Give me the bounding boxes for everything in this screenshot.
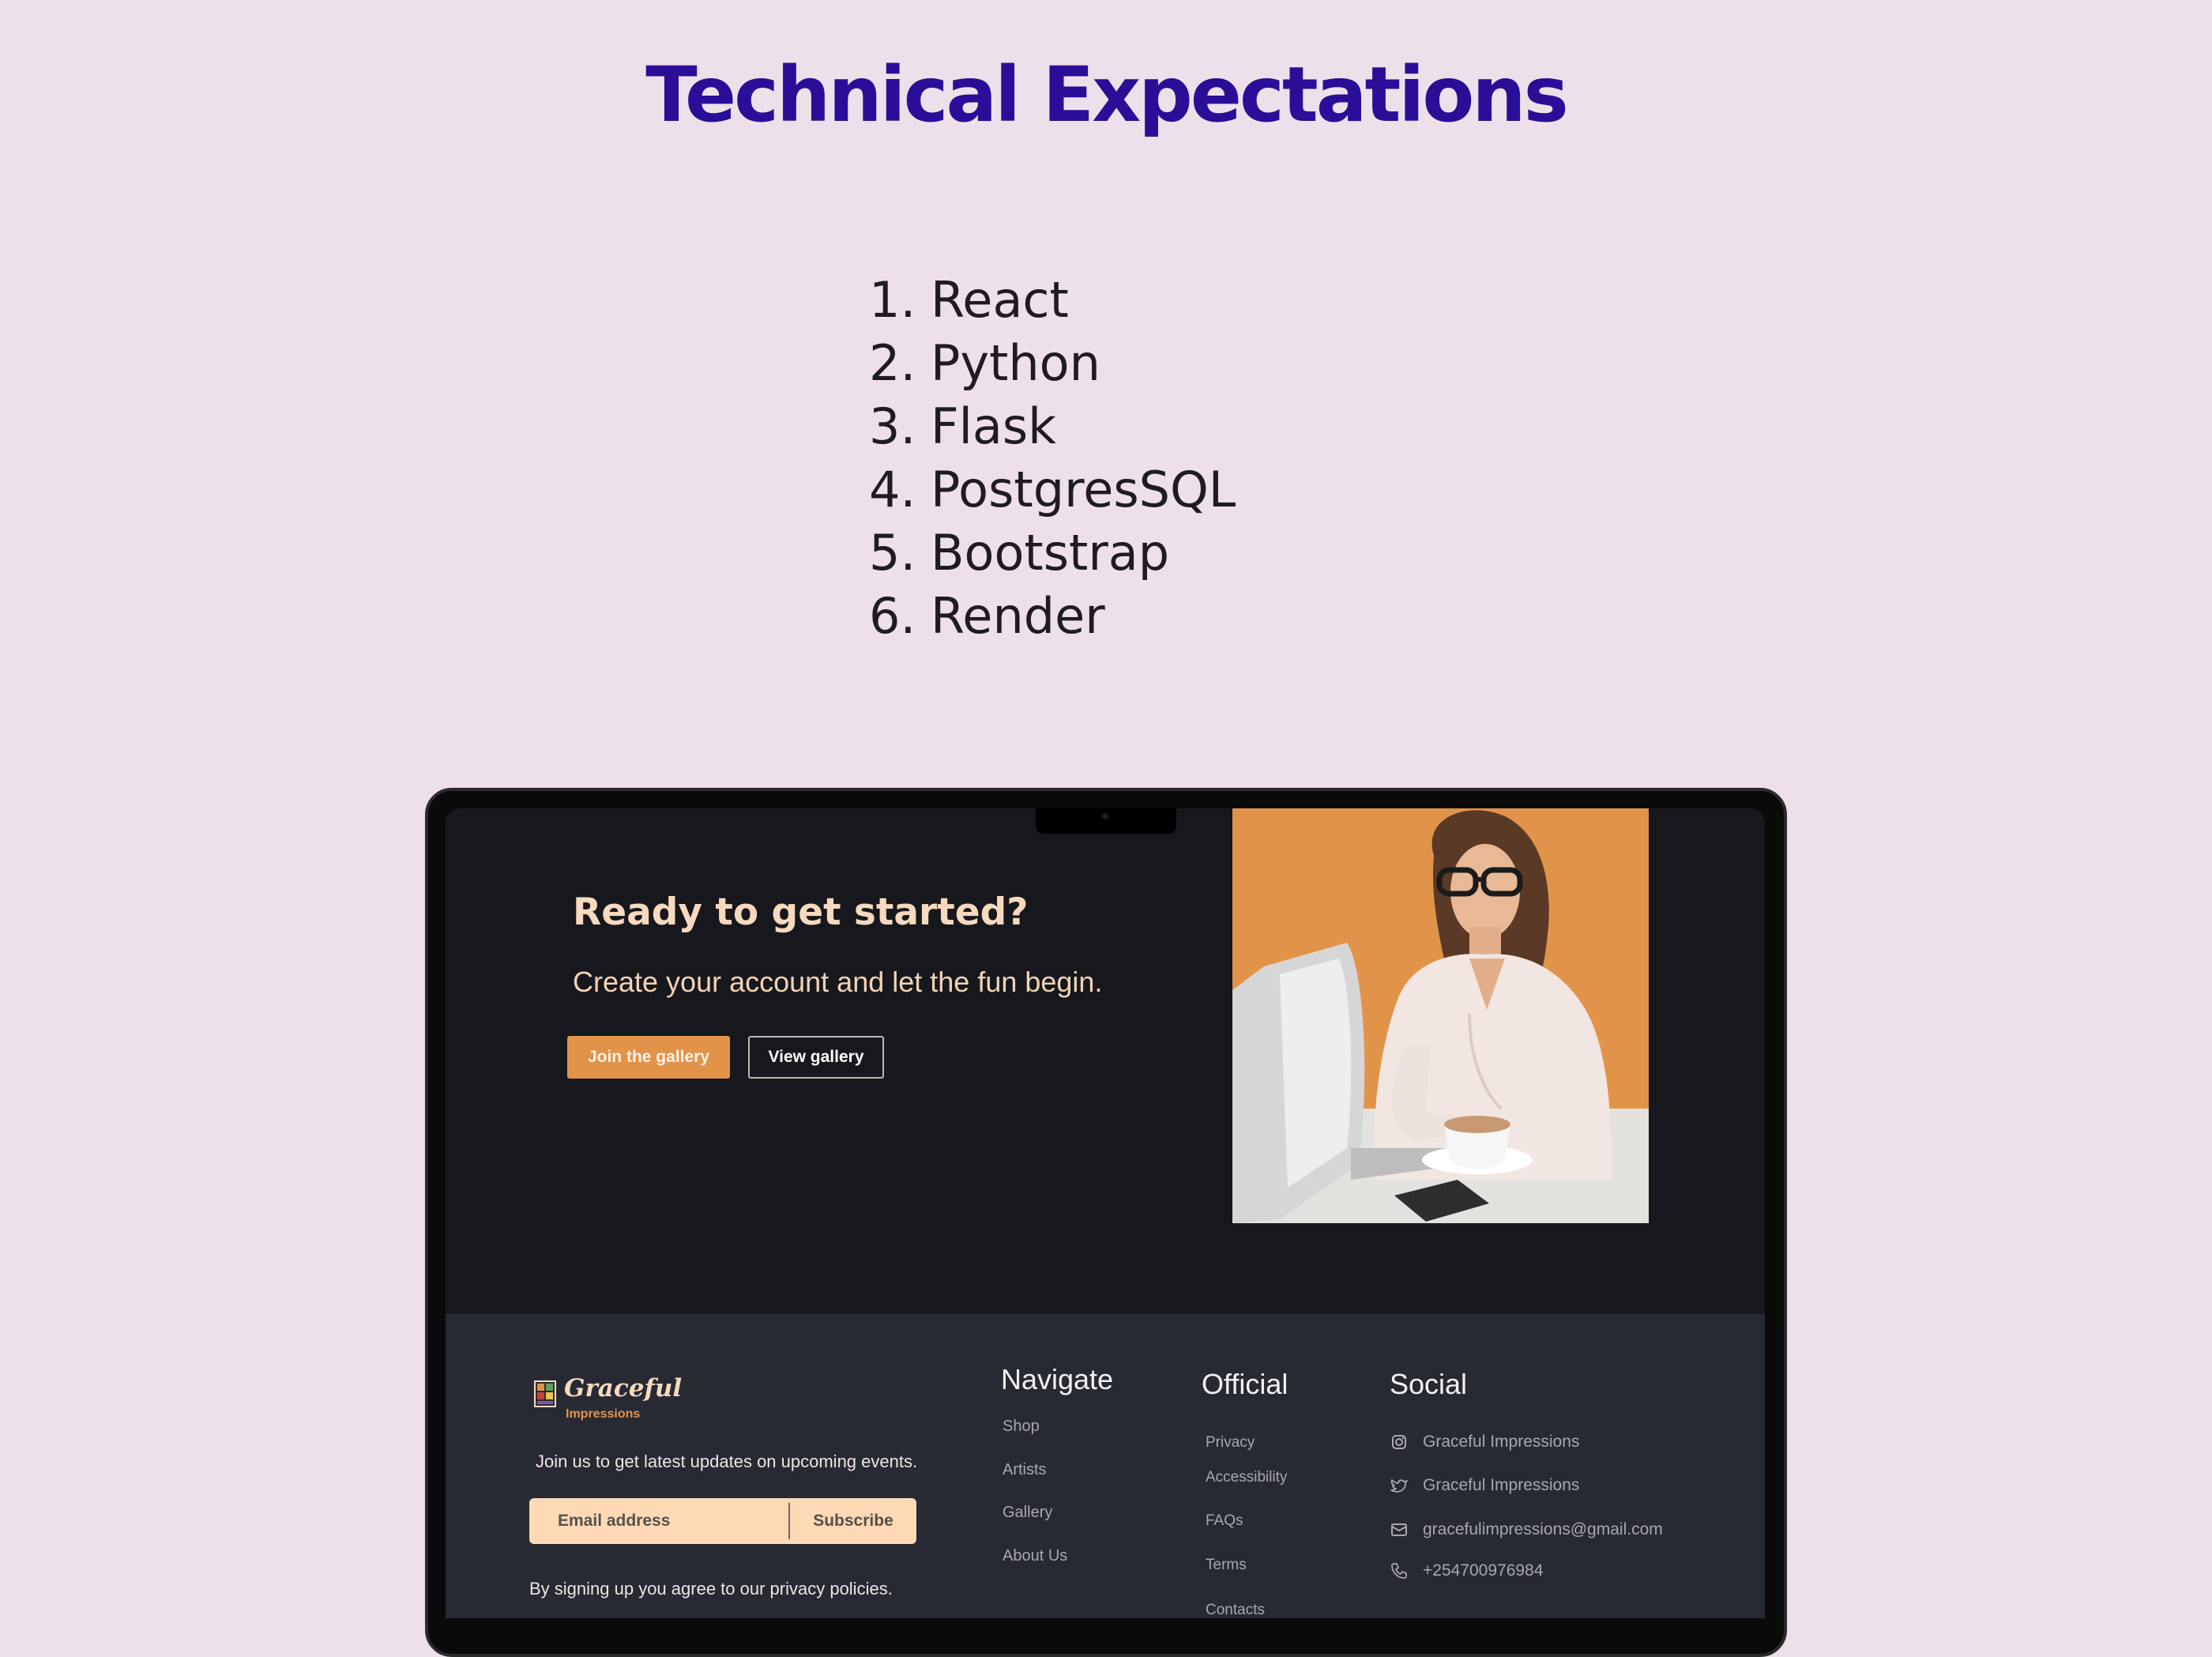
privacy-note: By signing up you agree to our privacy p… xyxy=(529,1579,893,1599)
tech-item: 1. React xyxy=(869,269,1236,332)
official-heading: Official xyxy=(1202,1368,1288,1400)
footer-link-privacy[interactable]: Privacy xyxy=(1206,1434,1255,1452)
email-input[interactable] xyxy=(529,1498,788,1544)
tech-item-number: 2. xyxy=(869,334,916,392)
newsletter-form: Subscribe xyxy=(529,1498,916,1544)
footer: Graceful Impressions Join us to get late… xyxy=(446,1314,1765,1618)
social-email-label: gracefulimpressions@gmail.com xyxy=(1423,1520,1663,1538)
social-phone[interactable]: +254700976984 xyxy=(1390,1559,1543,1583)
laptop-notch xyxy=(1036,808,1176,834)
join-gallery-button[interactable]: Join the gallery xyxy=(567,1036,730,1079)
footer-link-faqs[interactable]: FAQs xyxy=(1206,1512,1243,1530)
instagram-icon xyxy=(1392,1435,1406,1449)
tech-item-label: React xyxy=(931,271,1069,329)
brand-subtitle: Impressions xyxy=(566,1407,641,1421)
social-phone-label: +254700976984 xyxy=(1423,1561,1544,1580)
social-heading: Social xyxy=(1390,1368,1468,1400)
footer-link-shop[interactable]: Shop xyxy=(1003,1418,1040,1436)
footer-link-artists[interactable]: Artists xyxy=(1003,1461,1047,1479)
tech-item-number: 5. xyxy=(869,524,916,582)
footer-link-contacts[interactable]: Contacts xyxy=(1206,1602,1265,1618)
footer-link-terms[interactable]: Terms xyxy=(1206,1557,1247,1574)
tech-item-number: 6. xyxy=(869,587,916,645)
view-gallery-button[interactable]: View gallery xyxy=(748,1036,884,1079)
subscribe-button[interactable]: Subscribe xyxy=(790,1498,916,1544)
slide-title: Technical Expectations xyxy=(645,51,1569,139)
footer-tagline: Join us to get latest updates on upcomin… xyxy=(536,1452,918,1471)
tech-item: 3. Flask xyxy=(869,395,1236,458)
tech-list: 1. React 2. Python 3. Flask 4. PostgresSQL 5… xyxy=(869,269,1236,648)
tech-item-number: 3. xyxy=(869,397,916,455)
laptop-screen: Ready to get started? Create your accoun… xyxy=(446,808,1765,1618)
phone-icon xyxy=(1391,1563,1407,1579)
tech-item-number: 1. xyxy=(869,271,916,329)
tech-item-label: PostgresSQL xyxy=(931,461,1236,518)
brand-logo-icon xyxy=(534,1380,556,1407)
hero-image xyxy=(1232,808,1649,1223)
navigate-heading: Navigate xyxy=(1001,1363,1114,1395)
tech-item: 2. Python xyxy=(869,332,1236,395)
tech-item: 5. Bootstrap xyxy=(869,522,1236,585)
hero-subheading: Create your account and let the fun begi… xyxy=(573,966,1103,998)
footer-link-gallery[interactable]: Gallery xyxy=(1003,1504,1052,1522)
hero-heading: Ready to get started? xyxy=(573,891,1029,934)
woman-with-laptop-photo xyxy=(1232,808,1649,1223)
mail-icon xyxy=(1391,1523,1407,1536)
tech-item-label: Bootstrap xyxy=(931,524,1170,582)
tech-item-label: Flask xyxy=(931,397,1057,455)
twitter-icon xyxy=(1390,1479,1408,1493)
tech-item-label: Render xyxy=(931,587,1105,645)
tech-item: 6. Render xyxy=(869,585,1236,648)
camera-icon xyxy=(1102,813,1108,819)
tech-item-label: Python xyxy=(931,334,1100,392)
footer-link-accessibility[interactable]: Accessibility xyxy=(1206,1469,1287,1486)
footer-link-about[interactable]: About Us xyxy=(1003,1547,1067,1565)
social-instagram[interactable]: Graceful Impressions xyxy=(1390,1430,1579,1454)
social-twitter-label: Graceful Impressions xyxy=(1423,1476,1580,1494)
tech-item: 4. PostgresSQL xyxy=(869,458,1236,522)
brand-name: Graceful xyxy=(564,1374,683,1403)
tech-item-number: 4. xyxy=(869,461,916,518)
social-email[interactable]: gracefulimpressions@gmail.com xyxy=(1390,1518,1663,1542)
social-twitter[interactable]: Graceful Impressions xyxy=(1390,1474,1579,1497)
social-instagram-label: Graceful Impressions xyxy=(1423,1433,1580,1451)
